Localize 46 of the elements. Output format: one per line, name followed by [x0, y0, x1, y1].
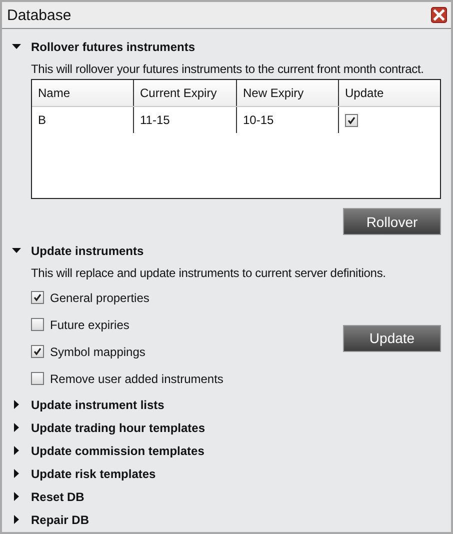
checkbox[interactable]: [31, 318, 44, 331]
rollover-button[interactable]: Rollover: [343, 208, 441, 235]
column-header[interactable]: Update: [339, 80, 440, 106]
section-header[interactable]: Reset DB: [12, 485, 441, 508]
section-header[interactable]: Update commission templates: [12, 439, 441, 462]
checkbox-option[interactable]: General properties: [31, 284, 224, 311]
section-description: This will rollover your futures instruments to the current front month contract.: [31, 62, 425, 76]
section-header[interactable]: Update instrument lists: [12, 393, 441, 416]
collapsed-triangle-icon: [12, 492, 21, 501]
section-header[interactable]: Update instruments: [12, 239, 441, 262]
section-header[interactable]: Update trading hour templates: [12, 416, 441, 439]
checkbox[interactable]: [31, 291, 44, 304]
update-button[interactable]: Update: [343, 324, 441, 352]
section-title: Update commission templates: [31, 444, 204, 458]
section-title: Update instrument lists: [31, 398, 164, 412]
collapsed-triangle-icon: [12, 515, 21, 524]
checkbox[interactable]: [31, 345, 44, 358]
section-title: Rollover futures instruments: [31, 40, 196, 54]
checkbox-option[interactable]: Future expiries: [31, 311, 224, 338]
column-header[interactable]: Current Expiry: [134, 80, 237, 106]
checkbox[interactable]: [345, 114, 358, 126]
checkbox-option[interactable]: Symbol mappings: [31, 338, 224, 365]
section-description: This will replace and update instruments to current server definitions.: [31, 266, 387, 280]
table-cell: B: [32, 107, 134, 133]
collapsed-triangle-icon: [12, 469, 21, 478]
expanded-triangle-icon: [12, 246, 21, 255]
table-cell: 10-15: [237, 107, 339, 133]
section-title: Update trading hour templates: [31, 420, 206, 434]
section-title: Update risk templates: [31, 466, 156, 480]
table-cell: 11-15: [134, 107, 237, 133]
section-header[interactable]: Repair DB: [12, 508, 441, 531]
collapsed-triangle-icon: [12, 446, 21, 455]
section-header[interactable]: Update risk templates: [12, 462, 441, 485]
column-header[interactable]: Name: [32, 80, 134, 106]
window-title: Database: [7, 6, 72, 24]
section-title: Repair DB: [31, 512, 90, 526]
checkbox[interactable]: [31, 372, 44, 385]
section-title: Reset DB: [31, 490, 84, 504]
section-header[interactable]: Rollover futures instruments: [12, 35, 441, 58]
section-title: Update instruments: [31, 244, 144, 258]
expanded-triangle-icon: [12, 42, 21, 51]
column-header[interactable]: New Expiry: [237, 80, 339, 106]
collapsed-triangle-icon: [12, 423, 21, 432]
checkbox-option[interactable]: Remove user added instruments: [31, 365, 224, 392]
close-icon[interactable]: [431, 7, 447, 23]
collapsed-triangle-icon: [12, 400, 21, 409]
